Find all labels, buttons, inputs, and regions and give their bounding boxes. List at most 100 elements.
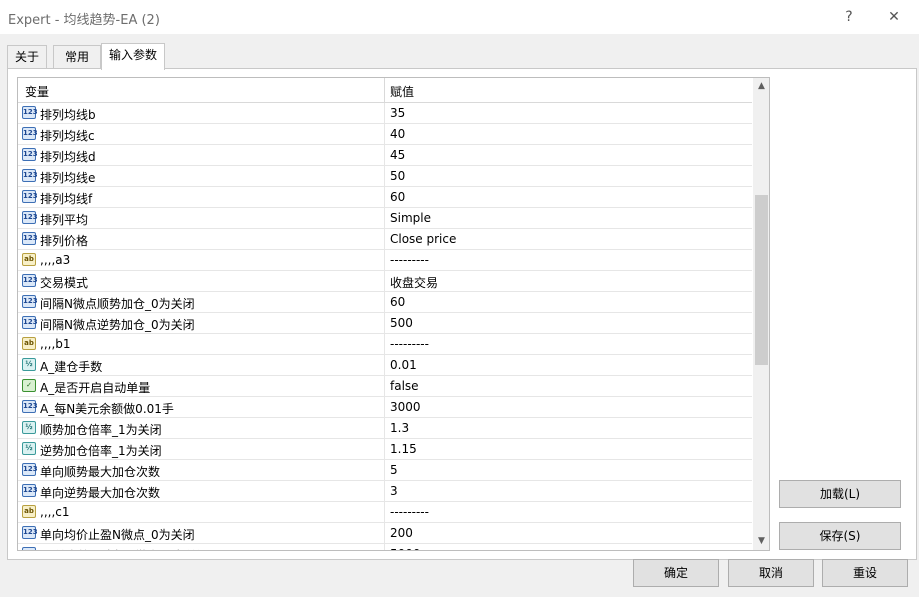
parameter-value[interactable]: 40 [390,127,405,141]
parameter-value[interactable]: --------- [390,337,429,351]
parameter-value[interactable]: 50 [390,169,405,183]
parameter-name: ,,,,a3 [40,253,71,267]
parameter-name: 排列均线e [40,171,96,185]
parameter-name: 排列均线f [40,192,93,206]
close-button[interactable]: ✕ [881,6,907,28]
parameter-row[interactable]: 123 间隔N微点逆势加仓_0为关闭 500 [18,313,752,334]
string-type-icon: ab [22,337,36,350]
parameter-value[interactable]: --------- [390,253,429,267]
parameter-value[interactable]: false [390,379,419,393]
tab-input-parameters[interactable]: 输入参数 [101,43,165,70]
parameter-value[interactable]: Close price [390,232,456,246]
parameter-row[interactable]: 123 交易模式 收盘交易 [18,271,752,292]
parameter-row[interactable]: 123 单向均价止盈N微点_0为关闭 200 [18,523,752,544]
parameter-row[interactable]: 123 A_每N美元余额做0.01手 3000 [18,397,752,418]
integer-type-icon: 123 [22,295,38,308]
parameter-name: 排列价格 [40,234,89,248]
string-type-icon: ab [22,505,36,518]
parameter-row[interactable]: 123 排列均线c 40 [18,124,752,145]
parameter-name: A_是否开启自动单量 [40,381,151,395]
parameter-value[interactable]: 500 [390,316,413,330]
parameter-name: 顺势加仓倍率_1为关闭 [40,423,162,437]
save-button[interactable]: 保存(S) [779,522,901,550]
parameter-name: 排列平均 [40,213,89,227]
parameter-value[interactable]: 1.3 [390,421,409,435]
parameter-value[interactable]: 35 [390,106,405,120]
parameter-value[interactable]: 3 [390,484,398,498]
cancel-button[interactable]: 取消 [728,559,814,587]
grid-rows: 123 排列均线b 35 123 排列均线c 40 123 排列均线d 45 123 排列均线e 50… [18,103,752,550]
parameter-row[interactable]: 123 排列均线f 60 [18,187,752,208]
parameter-name: 间隔N微点逆势加仓_0为关闭 [40,318,195,332]
parameter-row[interactable]: ✓ A_是否开启自动单量 false [18,376,752,397]
cell-separator [384,250,385,271]
scrollbar-thumb[interactable] [755,195,768,365]
parameter-row[interactable]: 123 单向顺势最大加仓次数 5 [18,460,752,481]
parameter-name: 排列均线b [40,108,96,122]
title-bar: Expert - 均线趋势-EA (2) ? ✕ [0,0,919,34]
parameter-row[interactable]: 123 排列均线b 35 [18,103,752,124]
integer-type-icon: 123 [22,547,38,550]
parameter-row[interactable]: ab ,,,,c1 --------- [18,502,752,523]
parameter-name: 逆势加仓倍率_1为关闭 [40,444,162,458]
cell-separator [384,145,385,166]
column-header-variable[interactable]: 变量 [25,83,49,100]
parameter-value[interactable]: Simple [390,211,431,225]
window-title: Expert - 均线趋势-EA (2) [8,13,160,28]
cell-separator [384,103,385,124]
parameter-row[interactable]: ½ A_建仓手数 0.01 [18,355,752,376]
cell-separator [384,355,385,376]
parameter-row[interactable]: 123 排列均线e 50 [18,166,752,187]
parameter-name: 交易模式 [40,276,89,290]
parameter-name: 排列均线c [40,129,95,143]
parameter-name: 单向逆势最大加仓次数 [40,486,161,500]
parameter-row[interactable]: 123 排列平均 Simple [18,208,752,229]
parameter-row[interactable]: 123 排列均线d 45 [18,145,752,166]
integer-type-icon: 123 [22,526,38,539]
double-type-icon: ½ [22,421,36,434]
cell-separator [384,397,385,418]
cell-separator [384,523,385,544]
parameter-row[interactable]: ½ 逆势加仓倍率_1为关闭 1.15 [18,439,752,460]
parameter-value[interactable]: 60 [390,190,405,204]
parameter-value[interactable]: 收盘交易 [390,274,438,291]
cell-separator [384,376,385,397]
parameter-row[interactable]: 123 排列价格 Close price [18,229,752,250]
parameters-grid: 变量 赋值 123 排列均线b 35 123 排列均线c 40 123 排列均线d 45 123 排… [17,77,770,551]
parameter-value[interactable]: 200 [390,526,413,540]
integer-type-icon: 123 [22,127,38,140]
parameter-row[interactable]: ½ 顺势加仓倍率_1为关闭 1.3 [18,418,752,439]
cell-separator [384,334,385,355]
tab-about[interactable]: 关于 [7,45,47,69]
tab-common[interactable]: 常用 [53,45,101,69]
cell-separator [384,502,385,523]
parameter-value[interactable]: 3000 [390,400,421,414]
scroll-down-arrow-icon[interactable]: ▼ [753,533,769,550]
cell-separator [384,208,385,229]
ok-button[interactable]: 确定 [633,559,719,587]
column-separator [384,78,385,102]
parameter-name: 间隔N微点顺势加仓_0为关闭 [40,297,195,311]
double-type-icon: ½ [22,442,36,455]
parameter-row[interactable]: ab ,,,,a3 --------- [18,250,752,271]
load-button[interactable]: 加载(L) [779,480,901,508]
scroll-up-arrow-icon[interactable]: ▲ [753,78,769,95]
help-button[interactable]: ? [836,6,862,28]
parameter-value[interactable]: 45 [390,148,405,162]
parameter-name: A_建仓手数 [40,360,103,374]
parameter-value[interactable]: --------- [390,505,429,519]
parameter-row[interactable]: 123A_单向均价止损N微点_0为关闭 5000 [18,544,752,550]
parameter-row[interactable]: 123 间隔N微点顺势加仓_0为关闭 60 [18,292,752,313]
parameter-row[interactable]: 123 单向逆势最大加仓次数 3 [18,481,752,502]
parameter-value[interactable]: 5000 [390,547,421,550]
parameter-name: ,,,,b1 [40,337,71,351]
parameter-value[interactable]: 60 [390,295,405,309]
parameter-value[interactable]: 0.01 [390,358,417,372]
reset-button[interactable]: 重设 [822,559,908,587]
parameter-value[interactable]: 5 [390,463,398,477]
integer-type-icon: 123 [22,484,38,497]
parameter-value[interactable]: 1.15 [390,442,417,456]
parameter-row[interactable]: ab ,,,,b1 --------- [18,334,752,355]
vertical-scrollbar[interactable]: ▲ ▼ [753,78,769,550]
column-header-value[interactable]: 赋值 [390,83,414,100]
